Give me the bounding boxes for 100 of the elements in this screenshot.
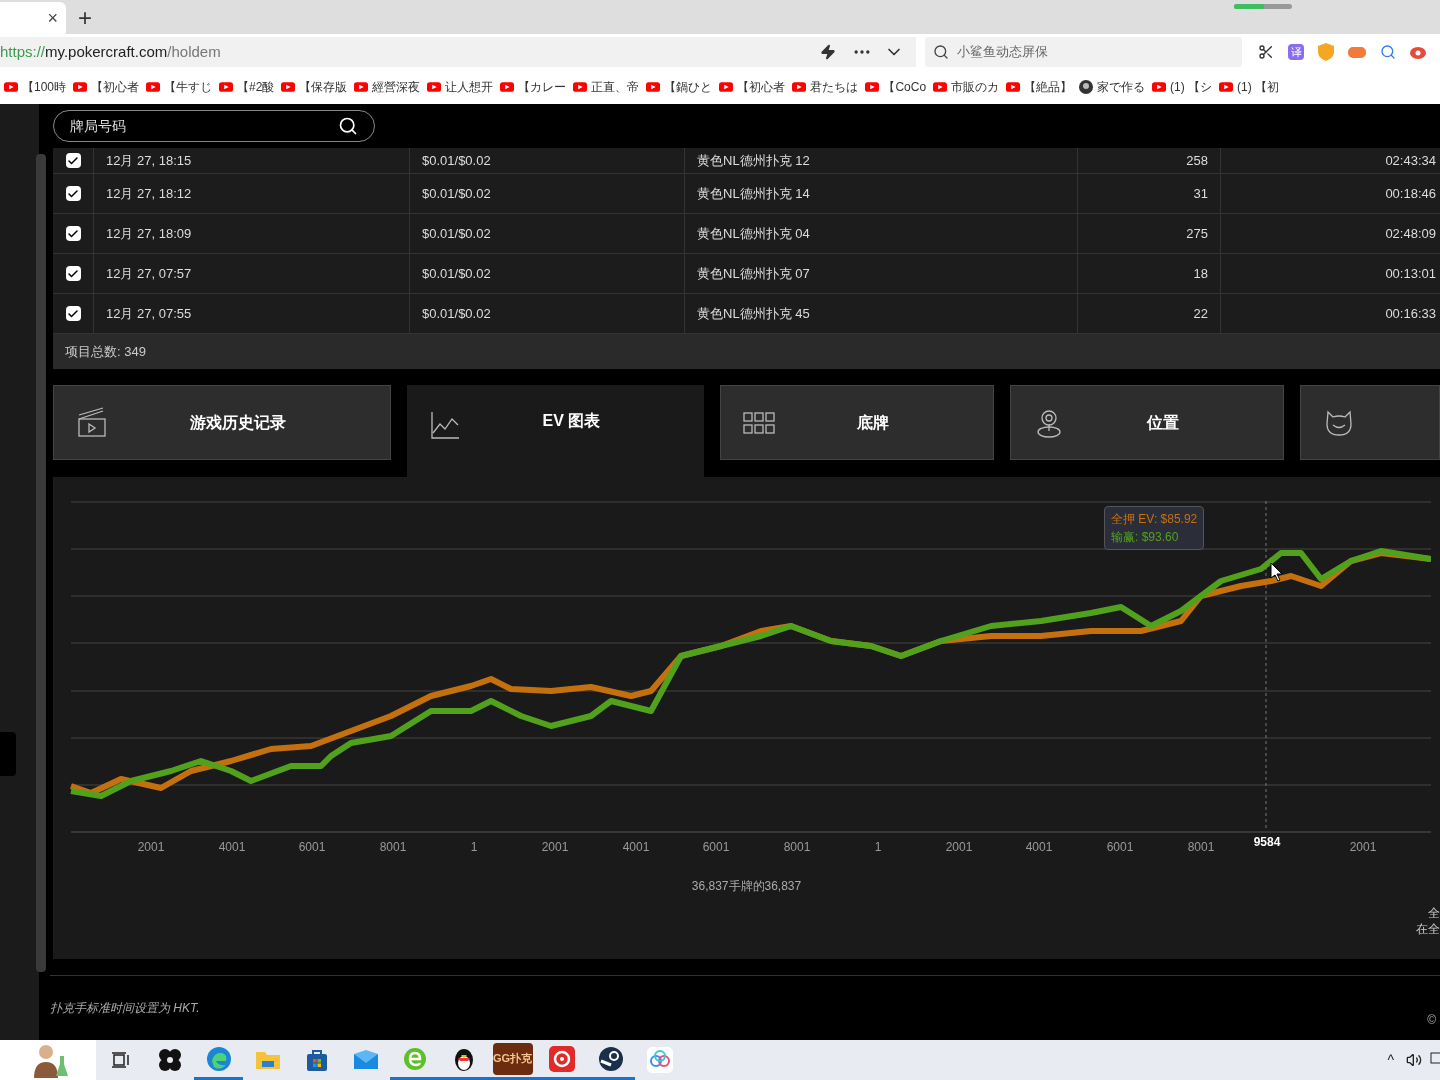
stakes-cell-text: $0.01/$0.02 <box>422 304 491 323</box>
bookmark-link[interactable]: 【保存版 <box>299 78 348 96</box>
x-tick-label: 4001 <box>1025 840 1053 854</box>
play-logo-icon <box>354 82 369 92</box>
task-view-icon[interactable] <box>110 1050 131 1070</box>
play-logo-icon <box>219 82 234 92</box>
close-tab-button[interactable]: × <box>47 9 58 27</box>
row-checkbox[interactable] <box>65 153 81 168</box>
search-icon <box>933 44 949 60</box>
play-logo-icon <box>4 82 18 92</box>
bookmark-link[interactable]: (1) 【初 <box>1237 78 1280 96</box>
address-bar[interactable]: https://my.pokercraft.com/holdem <box>0 37 916 67</box>
stakes-cell-text: $0.01/$0.02 <box>422 184 491 203</box>
play-logo-icon <box>73 82 88 92</box>
duration-cell-text: 02:43:34 <box>1385 151 1436 170</box>
play-logo-icon <box>500 82 515 92</box>
bookmark-link[interactable]: 經營深夜 <box>372 78 421 96</box>
copyright-mark: © <box>1427 1012 1436 1029</box>
play-logo-icon <box>933 82 948 92</box>
table-name-cell-text: 黄色NL德州扑克 12 <box>697 151 810 170</box>
bookmark-link[interactable]: 正直、帝 <box>591 78 640 96</box>
x-tick-label: 2001 <box>1349 840 1377 854</box>
side-note: 全 <box>1428 905 1440 921</box>
table-name-cell-text: 黄色NL德州扑克 07 <box>697 264 810 283</box>
browser-swirl-icon[interactable] <box>205 1045 232 1072</box>
section-tab[interactable]: 底牌 <box>720 385 994 460</box>
row-checkbox[interactable] <box>65 226 81 241</box>
search-icon[interactable] <box>338 116 358 136</box>
x-tick-label: 4001 <box>622 840 650 854</box>
timezone-note: 扑克手标准时间设置为 HKT. <box>50 1000 200 1017</box>
eye-icon[interactable] <box>1410 45 1426 59</box>
bookmark-link[interactable]: 【絶品】 <box>1024 78 1073 96</box>
play-logo-icon <box>646 82 661 92</box>
bookmark-link[interactable]: 【100時 <box>22 78 67 96</box>
clapperboard-icon <box>76 406 108 439</box>
line-chart-icon <box>429 409 461 441</box>
magnifier-icon[interactable] <box>1380 44 1396 60</box>
envelope-icon[interactable] <box>352 1050 379 1070</box>
bookmark-link[interactable]: 【初心者 <box>737 78 786 96</box>
duration-cell-text: 00:16:33 <box>1385 304 1436 323</box>
url-text: https://my.pokercraft.com/holdem <box>0 41 222 62</box>
date-cell-text: 12月 27, 18:12 <box>106 184 192 203</box>
section-tab[interactable]: 位置 <box>1010 385 1284 460</box>
hand-number-input[interactable]: 牌局号码 <box>70 115 338 137</box>
bookmark-link[interactable]: (1) 【シ <box>1170 78 1213 96</box>
table-name-cell-text: 黄色NL德州扑克 45 <box>697 304 810 323</box>
new-tab-button[interactable]: + <box>78 6 92 30</box>
bookmark-link[interactable]: 【CoCo <box>883 78 927 96</box>
x-tick-label: 6001 <box>298 840 326 854</box>
translate-icon[interactable]: 译 <box>1288 44 1304 60</box>
shopping-bag-icon[interactable] <box>304 1048 329 1072</box>
search-input[interactable]: 小鲨鱼动态屏保 <box>957 42 1217 62</box>
bookmark-link[interactable]: 君たちは <box>810 78 859 96</box>
bookmark-link[interactable]: 【初心者 <box>91 78 140 96</box>
pointer-cursor-icon <box>1270 562 1283 582</box>
tray-chevron[interactable]: ^ <box>1387 1049 1394 1071</box>
section-tab[interactable]: 游戏历史记录 <box>53 385 391 460</box>
pinwheel-icon[interactable] <box>157 1048 182 1072</box>
chart-caption: 36,837手牌的36,837 <box>691 878 802 895</box>
hands-cell-text: 275 <box>1186 224 1208 243</box>
row-checkbox[interactable] <box>65 266 81 281</box>
hands-cell-text: 31 <box>1193 184 1208 203</box>
x-tick-label: 6001 <box>1106 840 1134 854</box>
hands-cell-text: 18 <box>1193 264 1208 283</box>
play-logo-icon <box>865 82 880 92</box>
cloud-icon[interactable] <box>646 1047 673 1073</box>
x-tick-label: 2001 <box>137 840 165 854</box>
scissors-icon[interactable] <box>1258 44 1274 60</box>
bookmark-link[interactable]: 【カレー <box>518 78 567 96</box>
date-cell-text: 12月 27, 07:57 <box>106 264 192 283</box>
bookmark-link[interactable]: 【牛すじ <box>164 78 213 96</box>
stakes-cell-text: $0.01/$0.02 <box>422 224 491 243</box>
section-tab[interactable]: EV 图表 <box>407 385 704 477</box>
search-box[interactable]: 小鲨鱼动态屏保 <box>925 37 1242 67</box>
stakes-cell-text: $0.01/$0.02 <box>422 151 491 170</box>
bookmark-link[interactable]: 【鍋ひと <box>664 78 713 96</box>
duration-cell-text: 02:48:09 <box>1385 224 1436 243</box>
stakes-cell-text: $0.01/$0.02 <box>422 264 491 283</box>
table-name-cell-text: 黄色NL德州扑克 14 <box>697 184 810 203</box>
speaker-icon[interactable] <box>1406 1052 1422 1068</box>
cursor-label: 9584 <box>1253 835 1281 849</box>
bookmark-link[interactable]: 让人想开 <box>445 78 494 96</box>
progress-indicator <box>1234 4 1292 9</box>
bookmark-link[interactable]: 家で作る <box>1097 78 1146 96</box>
play-logo-icon <box>719 82 734 92</box>
date-cell-text: 12月 27, 18:09 <box>106 224 192 243</box>
browser-tab[interactable]: × <box>0 2 66 34</box>
row-checkbox[interactable] <box>65 306 81 321</box>
bookmark-link[interactable]: 【#2酸 <box>237 78 275 96</box>
folder-icon[interactable] <box>254 1049 281 1071</box>
bookmark-link[interactable]: 市販のカ <box>951 78 1000 96</box>
hands-cell-text: 258 <box>1186 151 1208 170</box>
duration-cell-text: 00:18:46 <box>1385 184 1436 203</box>
date-cell-text: 12月 27, 18:15 <box>106 151 192 170</box>
row-checkbox[interactable] <box>65 186 81 201</box>
play-logo-icon <box>1219 82 1234 92</box>
tooltip-line: 全押 EV: $85.92 <box>1111 511 1198 528</box>
lightning-icon[interactable] <box>820 44 836 60</box>
steam-gear-icon[interactable] <box>597 1045 624 1072</box>
play-logo-icon <box>146 82 161 92</box>
